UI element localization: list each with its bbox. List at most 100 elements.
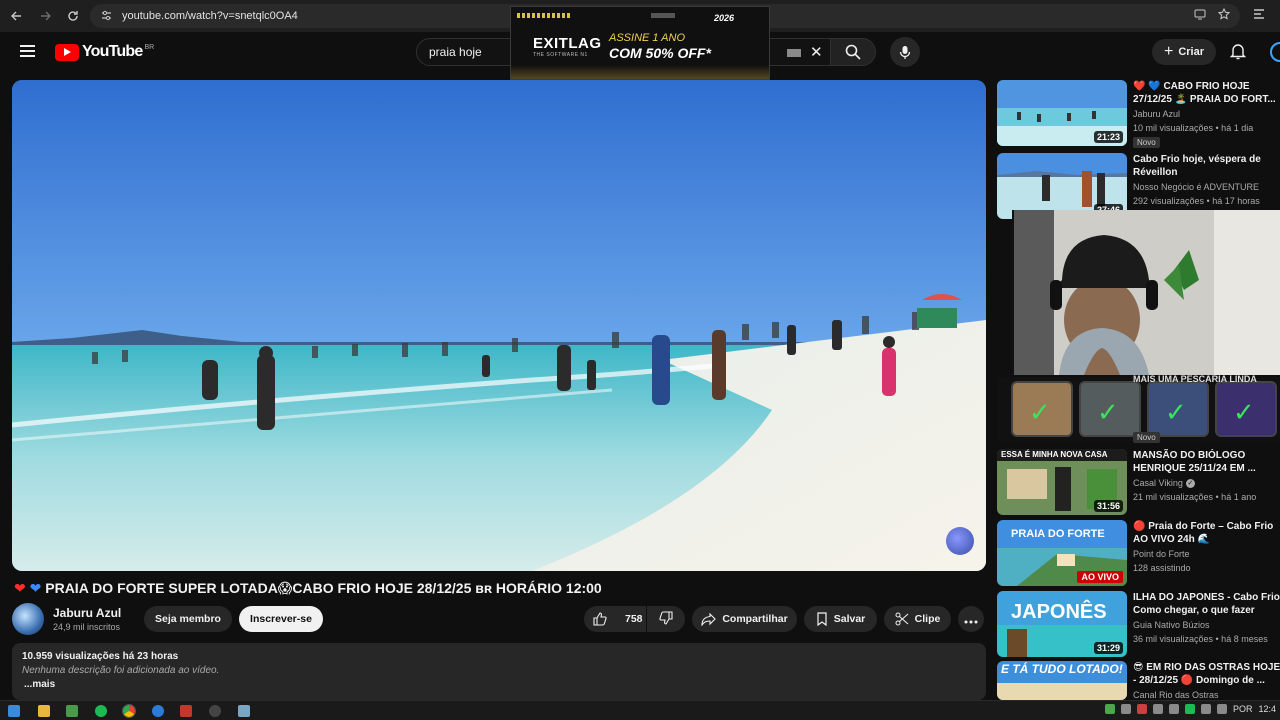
tile-2: ✓ [1079,381,1141,437]
chrome-icon[interactable] [122,704,136,718]
channel-watermark-icon[interactable] [946,527,974,555]
channel-avatar[interactable] [12,603,44,635]
keyboard-icon[interactable] [787,49,801,57]
tray-icon[interactable] [1120,704,1131,714]
recommendation-channel[interactable]: Canal Rio das Ostras [1133,690,1219,700]
volume-icon[interactable] [1216,704,1227,714]
language-indicator[interactable]: POR [1233,704,1253,714]
recommendation-title: ILHA DO JAPONES - Cabo Frio Como chegar,… [1133,592,1280,616]
checkmark-icon: ✓ [1097,397,1119,427]
ad-stripe [517,13,571,18]
description-box[interactable]: 10.959 visualizações há 23 horas Nenhuma… [12,643,986,700]
video-player[interactable] [12,80,986,571]
back-icon[interactable] [6,5,28,27]
recommendation-channel[interactable]: Jaburu Azul [1133,109,1180,119]
youtube-logo[interactable]: YouTube BR [55,43,154,61]
subscribe-button[interactable]: Inscrever-se [239,606,323,632]
video-duration: 31:29 [1093,642,1123,654]
recommendation-item[interactable]: 21:23 ❤️ 💙 CABO FRIO HOJE 27/12/25 🏝️ PR… [997,80,1280,148]
forward-icon[interactable] [34,5,56,27]
app-icon[interactable] [152,705,164,717]
like-count: 758 [625,613,643,625]
reload-icon[interactable] [62,5,84,27]
thumbs-down-icon [659,610,673,628]
create-button[interactable]: + Criar [1152,39,1216,65]
search-button[interactable] [830,38,876,66]
video-thumbnail[interactable]: E TÁ TUDO LOTADO! [997,661,1127,700]
video-title: ❤ ❤ PRAIA DO FORTE SUPER LOTADA😱CABO FRI… [14,580,602,597]
channel-name[interactable]: Jaburu Azul [53,606,121,620]
start-icon[interactable] [8,705,20,717]
notifications-bell-icon[interactable] [1229,42,1247,65]
app-icon[interactable] [238,705,250,717]
site-settings-icon[interactable] [100,9,114,23]
tray-icon[interactable] [1152,704,1163,714]
clip-button[interactable]: Clipe [884,606,951,632]
share-button[interactable]: Compartilhar [692,606,797,632]
clip-label: Clipe [914,613,941,625]
cast-icon[interactable] [1194,8,1206,23]
ad-stripe-secondary [651,13,675,18]
video-thumbnail[interactable]: ESSA É MINHA NOVA CASA 31:56 [997,449,1127,515]
exitlag-ad-banner[interactable]: 2026 EXITLAG THE SOFTWARE N1 ASSINE 1 AN… [510,6,770,80]
menu-icon[interactable] [20,45,35,57]
recommendation-title: 😎 EM RIO DAS OSTRAS HOJE - 28/12/25 🔴 Do… [1133,662,1280,686]
tray-icon[interactable] [1200,704,1211,714]
clock[interactable]: 12:4 [1258,704,1276,714]
recommendation-meta: 292 visualizações • há 17 horas [1133,196,1260,206]
recommendation-item[interactable]: JAPONÊS 31:29 ILHA DO JAPONES - Cabo Fri… [997,591,1280,657]
webcam-overlay [1012,210,1280,375]
bookmark-icon [816,612,828,626]
recommendation-channel[interactable]: Point do Forte [1133,549,1190,559]
app-icon[interactable] [180,705,192,717]
plus-icon: + [1163,43,1174,60]
description-text: Nenhuma descrição foi adicionada ao víde… [22,665,220,676]
new-badge: Novo [1133,432,1160,443]
app-icon[interactable] [66,705,78,717]
subscriber-count: 24,9 mil inscritos [53,622,121,632]
system-tray: POR 12:4 [1104,704,1276,714]
clear-search-icon[interactable]: ✕ [810,43,823,61]
tray-icon[interactable] [1168,704,1179,714]
recommendation-meta: 128 assistindo [1133,563,1191,573]
video-thumbnail[interactable]: JAPONÊS 31:29 [997,591,1127,657]
tile-3: ✓ [1147,381,1209,437]
thumbs-up-icon [593,612,607,626]
spotify-icon[interactable] [95,705,107,717]
more-actions-button[interactable] [958,606,984,632]
app-icon[interactable] [209,705,221,717]
checkmark-icon: ✓ [1233,397,1255,427]
recommendation-channel[interactable]: Casal Viking ✓ [1133,478,1195,489]
browser-menu-icon[interactable] [1252,7,1266,24]
recommendation-item[interactable]: PRAIA DO FORTE AO VIVO 🔴 Praia do Forte … [997,520,1280,586]
account-avatar[interactable] [1270,42,1280,62]
save-button[interactable]: Salvar [804,606,877,632]
recommendation-item[interactable]: ESSA É MINHA NOVA CASA 31:56 MANSÃO DO B… [997,449,1280,515]
like-button[interactable]: 758 [584,606,646,632]
ad-line2: COM 50% OFF* [609,45,711,61]
recommendation-channel[interactable]: Nosso Negócio é ADVENTURE [1133,182,1259,192]
file-explorer-icon[interactable] [38,705,50,717]
recommendation-channel[interactable]: Guia Nativo Búzios [1133,620,1210,630]
dislike-button[interactable] [647,606,685,632]
join-button[interactable]: Seja membro [144,606,232,632]
tray-icon[interactable] [1184,704,1195,714]
search-query[interactable]: praia hoje [429,45,482,59]
video-thumbnail[interactable]: 21:23 [997,80,1127,146]
recommendation-item[interactable]: E TÁ TUDO LOTADO! 😎 EM RIO DAS OSTRAS HO… [997,661,1280,700]
tray-icon[interactable] [1136,704,1147,714]
view-stats: 10.959 visualizações há 23 horas [22,651,179,662]
bookmark-star-icon[interactable] [1217,7,1231,23]
show-more-link[interactable]: ...mais [24,679,55,690]
beach-scene [12,80,986,571]
blue-heart-icon: ❤ [29,580,42,596]
tray-icon[interactable] [1104,704,1115,714]
video-duration: 31:56 [1093,500,1123,512]
voice-search-button[interactable] [890,37,920,67]
url-text[interactable]: youtube.com/watch?v=snetqlc0OA4 [122,10,298,22]
streamer-camera [1014,210,1280,375]
video-thumbnail[interactable]: PRAIA DO FORTE AO VIVO [997,520,1127,586]
video-duration: 21:23 [1093,131,1123,143]
share-label: Compartilhar [722,613,788,625]
partial-recommendation-title: MAIS UMA PESCARIA LINDA [1133,374,1257,384]
